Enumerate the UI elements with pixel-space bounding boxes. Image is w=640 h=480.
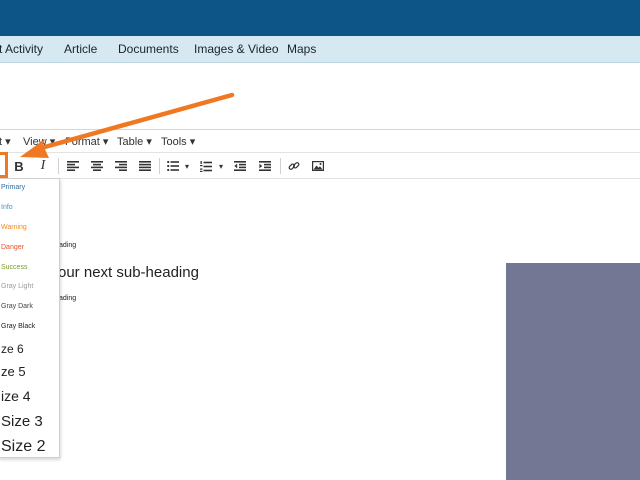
indent-button[interactable] bbox=[258, 156, 272, 176]
align-right-button[interactable] bbox=[114, 156, 128, 176]
editor-toolbar: B I ▾ ▾ bbox=[0, 154, 640, 178]
content-subheading: our next sub-heading bbox=[58, 264, 199, 281]
content-heading-text: ading bbox=[59, 295, 77, 302]
dropdown-item-size-4[interactable]: ize 4 bbox=[1, 388, 31, 404]
nav-item-images-video[interactable]: Images & Video bbox=[194, 42, 279, 56]
dropdown-item-primary[interactable]: Primary bbox=[1, 184, 25, 191]
indent-icon bbox=[259, 161, 271, 171]
link-icon bbox=[288, 162, 300, 170]
menubar-divider bbox=[0, 152, 640, 153]
numbered-list-caret[interactable]: ▾ bbox=[217, 156, 225, 176]
dropdown-item-size-2[interactable]: Size 2 bbox=[1, 438, 45, 456]
dropdown-item-gray-dark[interactable]: Gray Dark bbox=[1, 303, 33, 310]
menu-edit[interactable]: t ▾ bbox=[0, 135, 11, 148]
content-heading-text: ading bbox=[59, 242, 77, 249]
bullet-list-icon bbox=[167, 161, 179, 171]
menu-format[interactable]: Format ▾ bbox=[65, 135, 108, 148]
menu-table[interactable]: Table ▾ bbox=[117, 135, 152, 148]
outdent-button[interactable] bbox=[233, 156, 247, 176]
bullet-list-caret[interactable]: ▾ bbox=[183, 156, 191, 176]
navigation-bar: t Activity Article Documents Images & Vi… bbox=[0, 36, 640, 63]
dropdown-item-gray-black[interactable]: Gray Black bbox=[1, 323, 35, 330]
align-right-icon bbox=[115, 161, 127, 171]
align-left-button[interactable] bbox=[66, 156, 80, 176]
align-center-button[interactable] bbox=[90, 156, 104, 176]
top-header-bar bbox=[0, 0, 640, 36]
toolbar-divider bbox=[0, 178, 640, 179]
dropdown-item-size-6[interactable]: ze 6 bbox=[1, 342, 24, 356]
dropdown-item-info[interactable]: Info bbox=[1, 204, 13, 211]
text-style-dropdown: Primary Info Warning Danger Success Gray… bbox=[0, 178, 60, 458]
content-image bbox=[506, 263, 640, 480]
nav-item-activity[interactable]: t Activity bbox=[0, 42, 43, 56]
toolbar-separator bbox=[280, 158, 281, 174]
bullet-list-button[interactable] bbox=[166, 156, 180, 176]
bold-button[interactable]: B bbox=[12, 156, 26, 176]
dropdown-item-size-5[interactable]: ze 5 bbox=[1, 364, 26, 379]
numbered-list-icon bbox=[200, 160, 212, 172]
nav-item-documents[interactable]: Documents bbox=[118, 42, 179, 56]
toolbar-separator bbox=[58, 158, 59, 174]
nav-item-maps[interactable]: Maps bbox=[287, 42, 316, 56]
toolbar-separator bbox=[159, 158, 160, 174]
dropdown-item-size-3[interactable]: Size 3 bbox=[1, 413, 43, 430]
dropdown-item-danger[interactable]: Danger bbox=[1, 244, 24, 251]
outdent-icon bbox=[234, 161, 246, 171]
dropdown-item-success[interactable]: Success bbox=[1, 264, 27, 271]
numbered-list-button[interactable] bbox=[199, 156, 213, 176]
menu-tools[interactable]: Tools ▾ bbox=[161, 135, 195, 148]
align-left-icon bbox=[67, 161, 79, 171]
dropdown-item-warning[interactable]: Warning bbox=[1, 224, 27, 231]
nav-item-article[interactable]: Article bbox=[64, 42, 97, 56]
align-center-icon bbox=[91, 161, 103, 171]
align-justify-icon bbox=[139, 161, 151, 171]
text-color-button-highlight[interactable] bbox=[0, 152, 8, 178]
menu-view[interactable]: View ▾ bbox=[23, 135, 55, 148]
align-justify-button[interactable] bbox=[138, 156, 152, 176]
insert-image-button[interactable] bbox=[311, 156, 325, 176]
insert-link-button[interactable] bbox=[287, 156, 301, 176]
editor-menubar: t ▾ View ▾ Format ▾ Table ▾ Tools ▾ bbox=[0, 131, 640, 151]
editor-top-border bbox=[0, 129, 640, 130]
italic-button[interactable]: I bbox=[36, 156, 50, 176]
dropdown-item-gray-light[interactable]: Gray Light bbox=[1, 283, 33, 290]
image-icon bbox=[312, 161, 324, 171]
